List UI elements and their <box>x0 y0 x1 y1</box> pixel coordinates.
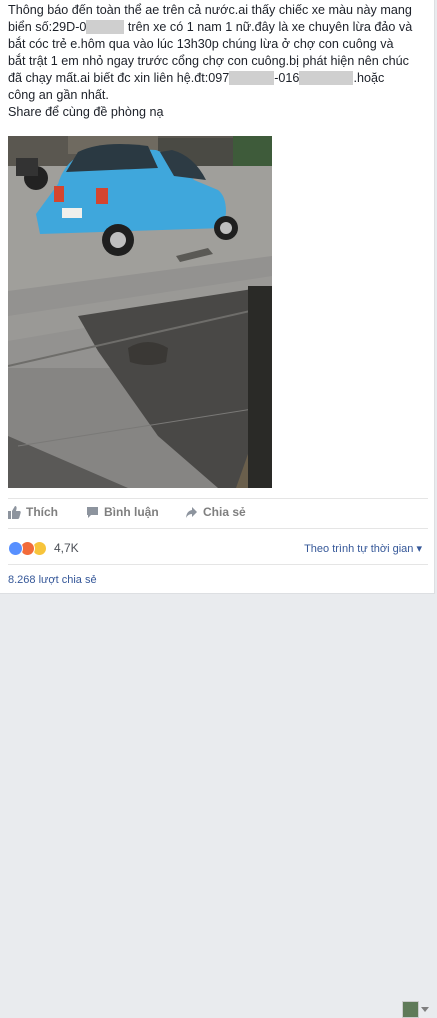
like-label: Thích <box>26 505 58 519</box>
post-line: bắt cóc trẻ e.hôm qua vào lúc 13h30p chú… <box>8 37 394 51</box>
redacted-phone <box>299 71 354 85</box>
share-label: Chia sẻ <box>203 505 246 519</box>
post-card: Thông báo đến toàn thể ae trên cả nước.a… <box>0 0 435 1018</box>
post-body: Thông báo đến toàn thể ae trên cả nước.a… <box>8 2 428 121</box>
reaction-summary[interactable]: 4,7K Theo trình tự thời gian ▾ <box>0 538 434 560</box>
car-photo-illustration <box>8 136 272 488</box>
post-line: đã chạy mất.ai biết đc xin liên hệ.đt:09… <box>8 71 385 85</box>
post-line: biển số:29D-0 trên xe có 1 nam 1 nữ.đây … <box>8 20 413 34</box>
post-line: công an gần nhất. <box>8 88 109 102</box>
post-line: Share để cùng đề phòng nạ <box>8 105 164 119</box>
share-count-link[interactable]: 8.268 lượt chia sẻ <box>8 574 97 586</box>
divider <box>8 564 428 565</box>
share-button[interactable]: Chia sẻ <box>185 505 246 519</box>
comment-icon <box>87 506 98 518</box>
reaction-count[interactable]: 4,7K <box>54 541 79 555</box>
redacted-phone <box>229 71 275 85</box>
comment-label: Bình luận <box>104 505 159 519</box>
post-line: bắt trật 1 em nhỏ ngay trước cổng chợ co… <box>8 54 409 68</box>
redacted-plate <box>86 20 125 34</box>
post-action-bar: Thích Bình luận Chia sẻ <box>0 498 434 1018</box>
avatar[interactable] <box>402 1001 419 1018</box>
post-line: Thông báo đến toàn thể ae trên cả nước.a… <box>8 3 412 17</box>
comment-sort-dropdown[interactable]: Theo trình tự thời gian ▾ <box>304 542 422 555</box>
divider <box>8 528 428 529</box>
chevron-down-icon[interactable] <box>421 1007 429 1012</box>
divider <box>8 498 428 499</box>
share-arrow-icon <box>186 506 197 518</box>
like-button[interactable]: Thích <box>8 505 58 519</box>
post-photo[interactable] <box>8 136 272 488</box>
comment-button[interactable]: Bình luận <box>86 505 159 519</box>
thumbs-up-icon <box>8 505 21 519</box>
like-reaction-icon <box>8 541 23 556</box>
